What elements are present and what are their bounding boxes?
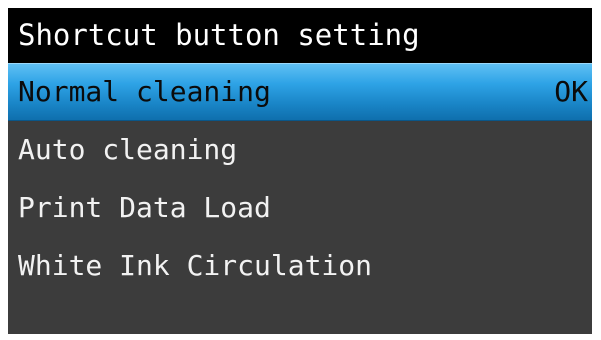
menu-item-label: Normal cleaning xyxy=(18,75,271,108)
menu-item-value: OK xyxy=(554,75,588,108)
menu-item-auto-cleaning[interactable]: Auto cleaning xyxy=(8,121,592,179)
menu-item-label: Print Data Load xyxy=(18,191,271,224)
menu-item-normal-cleaning[interactable]: Normal cleaning OK xyxy=(8,63,592,121)
menu-item-white-ink-circulation[interactable]: White Ink Circulation xyxy=(8,237,592,295)
lcd-screen: Shortcut button setting Normal cleaning … xyxy=(8,8,592,334)
menu-item-label: Auto cleaning xyxy=(18,133,238,166)
menu-item-print-data-load[interactable]: Print Data Load xyxy=(8,179,592,237)
screen-title: Shortcut button setting xyxy=(8,8,592,63)
menu-item-label: White Ink Circulation xyxy=(18,249,373,282)
